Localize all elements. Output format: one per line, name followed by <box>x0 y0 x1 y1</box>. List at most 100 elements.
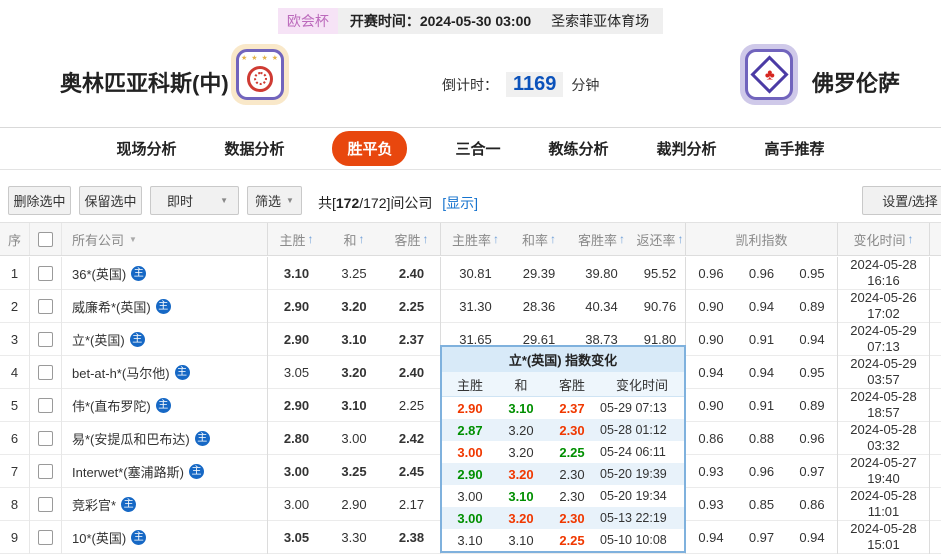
row-checkbox[interactable] <box>38 364 53 380</box>
company-cell[interactable]: Interwet*(塞浦路斯) 主 <box>62 455 268 488</box>
away-odds: 2.38 <box>383 521 441 554</box>
countdown-unit: 分钟 <box>571 76 600 93</box>
row-checkbox-cell <box>30 521 62 554</box>
popup-away-odds: 2.30 <box>559 466 585 482</box>
delete-selected-button[interactable]: 删除选中 <box>8 186 71 215</box>
settings-select-button[interactable]: 设置/选择 <box>862 186 941 215</box>
nav-tab[interactable]: 现场分析 <box>116 138 176 159</box>
kelly-draw: 0.91 <box>748 331 775 347</box>
col-header-away[interactable]: 客胜 ↑ <box>383 223 441 255</box>
odds-change-popup: 立*(英国) 指数变化 主胜 和 客胜 变化时间 2.90 3.10 2.37 … <box>440 345 686 553</box>
sort-up-icon: ↑ <box>493 232 499 246</box>
away-rate: 40.34 <box>585 298 618 314</box>
kelly-draw: 0.91 <box>748 397 775 413</box>
table-row: 1 36*(英国) 主 3.10 3.25 2.40 30.81 29.39 3… <box>0 257 941 290</box>
change-time: 2024-05-28 11:01 <box>838 488 930 521</box>
col-header-change-time[interactable]: 变化时间 ↑ <box>838 223 930 255</box>
analysis-nav: 现场分析 数据分析 胜平负 三合一 教练分析 裁判分析 高手推荐 <box>0 128 941 170</box>
popup-change-time: 05-20 19:34 <box>600 489 667 503</box>
popup-change-time: 05-28 01:12 <box>600 423 667 437</box>
nav-tab[interactable]: 胜平负 <box>332 131 408 166</box>
home-odds: 3.10 <box>283 265 310 281</box>
popup-draw-odds: 3.10 <box>508 488 534 504</box>
row-checkbox[interactable] <box>38 298 53 314</box>
col-header-home-rate[interactable]: 主胜率 ↑ <box>441 223 510 255</box>
popup-away-odds: 2.30 <box>559 422 585 438</box>
row-checkbox[interactable] <box>38 331 53 347</box>
kelly-draw: 0.88 <box>748 430 775 446</box>
home-odds: 3.00 <box>283 463 310 479</box>
popup-change-time: 05-24 06:11 <box>600 445 666 459</box>
popup-col-draw: 和 <box>514 377 528 393</box>
company-cell[interactable]: 易*(安提瓜和巴布达) 主 <box>62 422 268 455</box>
row-checkbox[interactable] <box>38 529 53 545</box>
show-link[interactable]: [显示] <box>442 195 478 211</box>
nav-tab[interactable]: 高手推荐 <box>765 138 825 159</box>
row-checkbox[interactable] <box>38 463 53 479</box>
nav-tab[interactable]: 裁判分析 <box>657 138 717 159</box>
row-checkbox-cell <box>30 422 62 455</box>
draw-rate: 28.36 <box>522 298 556 314</box>
row-checkbox[interactable] <box>38 397 53 413</box>
col-header-away-rate[interactable]: 客胜率 ↑ <box>568 223 635 255</box>
company-cell[interactable]: 10*(英国) 主 <box>62 521 268 554</box>
popup-change-time: 05-10 10:08 <box>600 533 667 547</box>
row-checkbox-cell <box>30 356 62 389</box>
popup-change-time: 05-13 22:19 <box>600 511 667 525</box>
nav-tab[interactable]: 数据分析 <box>224 138 284 159</box>
popup-row: 2.90 3.20 2.30 05-20 19:39 <box>442 463 684 485</box>
company-cell[interactable]: 伟*(直布罗陀) 主 <box>62 389 268 422</box>
popup-draw-odds: 3.10 <box>508 532 534 548</box>
popup-col-away: 客胜 <box>558 377 585 393</box>
company-cell[interactable]: bet-at-h*(马尔他) 主 <box>62 356 268 389</box>
popup-draw-odds: 3.10 <box>508 400 534 416</box>
home-odds: 2.90 <box>283 397 310 413</box>
draw-odds: 3.10 <box>341 331 367 347</box>
home-rate: 30.81 <box>459 265 492 281</box>
company-cell[interactable]: 威廉希*(英国) 主 <box>62 290 268 323</box>
company-count: 共[172/172]间公司 [显示] <box>318 195 479 211</box>
kelly-away: 0.97 <box>787 455 838 488</box>
draw-rate: 29.39 <box>522 265 556 281</box>
extra-sliver-cell <box>930 521 941 554</box>
odds-table-header: 序 所有公司 ▼ 主胜 ↑ 和 ↑ 客胜 ↑ 主胜率 ↑ 和率 ↑ 客胜率 ↑ 返还率 ↑ 凯… <box>0 222 941 256</box>
odds-mode-dropdown[interactable]: 即时 ▼ <box>150 186 239 215</box>
company-cell[interactable]: 立*(英国) 主 <box>62 323 268 356</box>
company-cell[interactable]: 竞彩官* 主 <box>62 488 268 521</box>
company-name: 威廉希*(英国) <box>72 299 151 315</box>
draw-odds: 3.20 <box>341 298 367 314</box>
change-time: 2024-05-28 16:16 <box>838 257 930 290</box>
sort-up-icon: ↑ <box>550 232 556 246</box>
row-checkbox[interactable] <box>38 265 53 281</box>
popup-away-odds: 2.25 <box>559 532 585 548</box>
filter-dropdown[interactable]: 筛选 ▼ <box>247 186 302 215</box>
col-header-home[interactable]: 主胜 ↑ <box>268 223 325 255</box>
keep-selected-button[interactable]: 保留选中 <box>79 186 142 215</box>
nav-tab[interactable]: 教练分析 <box>549 138 609 159</box>
popup-away-odds: 2.37 <box>559 400 585 416</box>
select-all-checkbox[interactable] <box>38 231 53 247</box>
col-header-draw-rate[interactable]: 和率 ↑ <box>510 223 568 255</box>
away-odds: 2.17 <box>383 488 441 521</box>
row-checkbox-cell <box>30 455 62 488</box>
row-checkbox[interactable] <box>38 496 53 512</box>
home-team-logo: ★ ★ ★ ★ <box>231 44 289 105</box>
main-company-icon: 主 <box>155 298 171 314</box>
col-header-return-rate[interactable]: 返还率 ↑ <box>635 223 686 255</box>
popup-row: 3.00 3.20 2.30 05-13 22:19 <box>442 507 684 529</box>
row-number: 7 <box>0 455 30 488</box>
company-name: 竞彩官* <box>72 497 117 513</box>
row-number: 1 <box>0 257 30 290</box>
main-company-icon: 主 <box>121 496 137 512</box>
company-cell[interactable]: 36*(英国) 主 <box>62 257 268 290</box>
col-header-draw[interactable]: 和 ↑ <box>325 223 383 255</box>
nav-tab[interactable]: 三合一 <box>455 138 500 159</box>
kelly-home: 0.93 <box>698 463 724 479</box>
col-header-company[interactable]: 所有公司 ▼ <box>62 223 268 255</box>
popup-home-odds: 2.90 <box>457 400 483 416</box>
popup-draw-odds: 3.20 <box>508 422 534 438</box>
row-checkbox[interactable] <box>38 430 53 446</box>
change-time: 2024-05-26 17:02 <box>838 290 930 323</box>
main-company-icon: 主 <box>194 430 210 446</box>
return-rate: 90.76 <box>635 290 686 323</box>
